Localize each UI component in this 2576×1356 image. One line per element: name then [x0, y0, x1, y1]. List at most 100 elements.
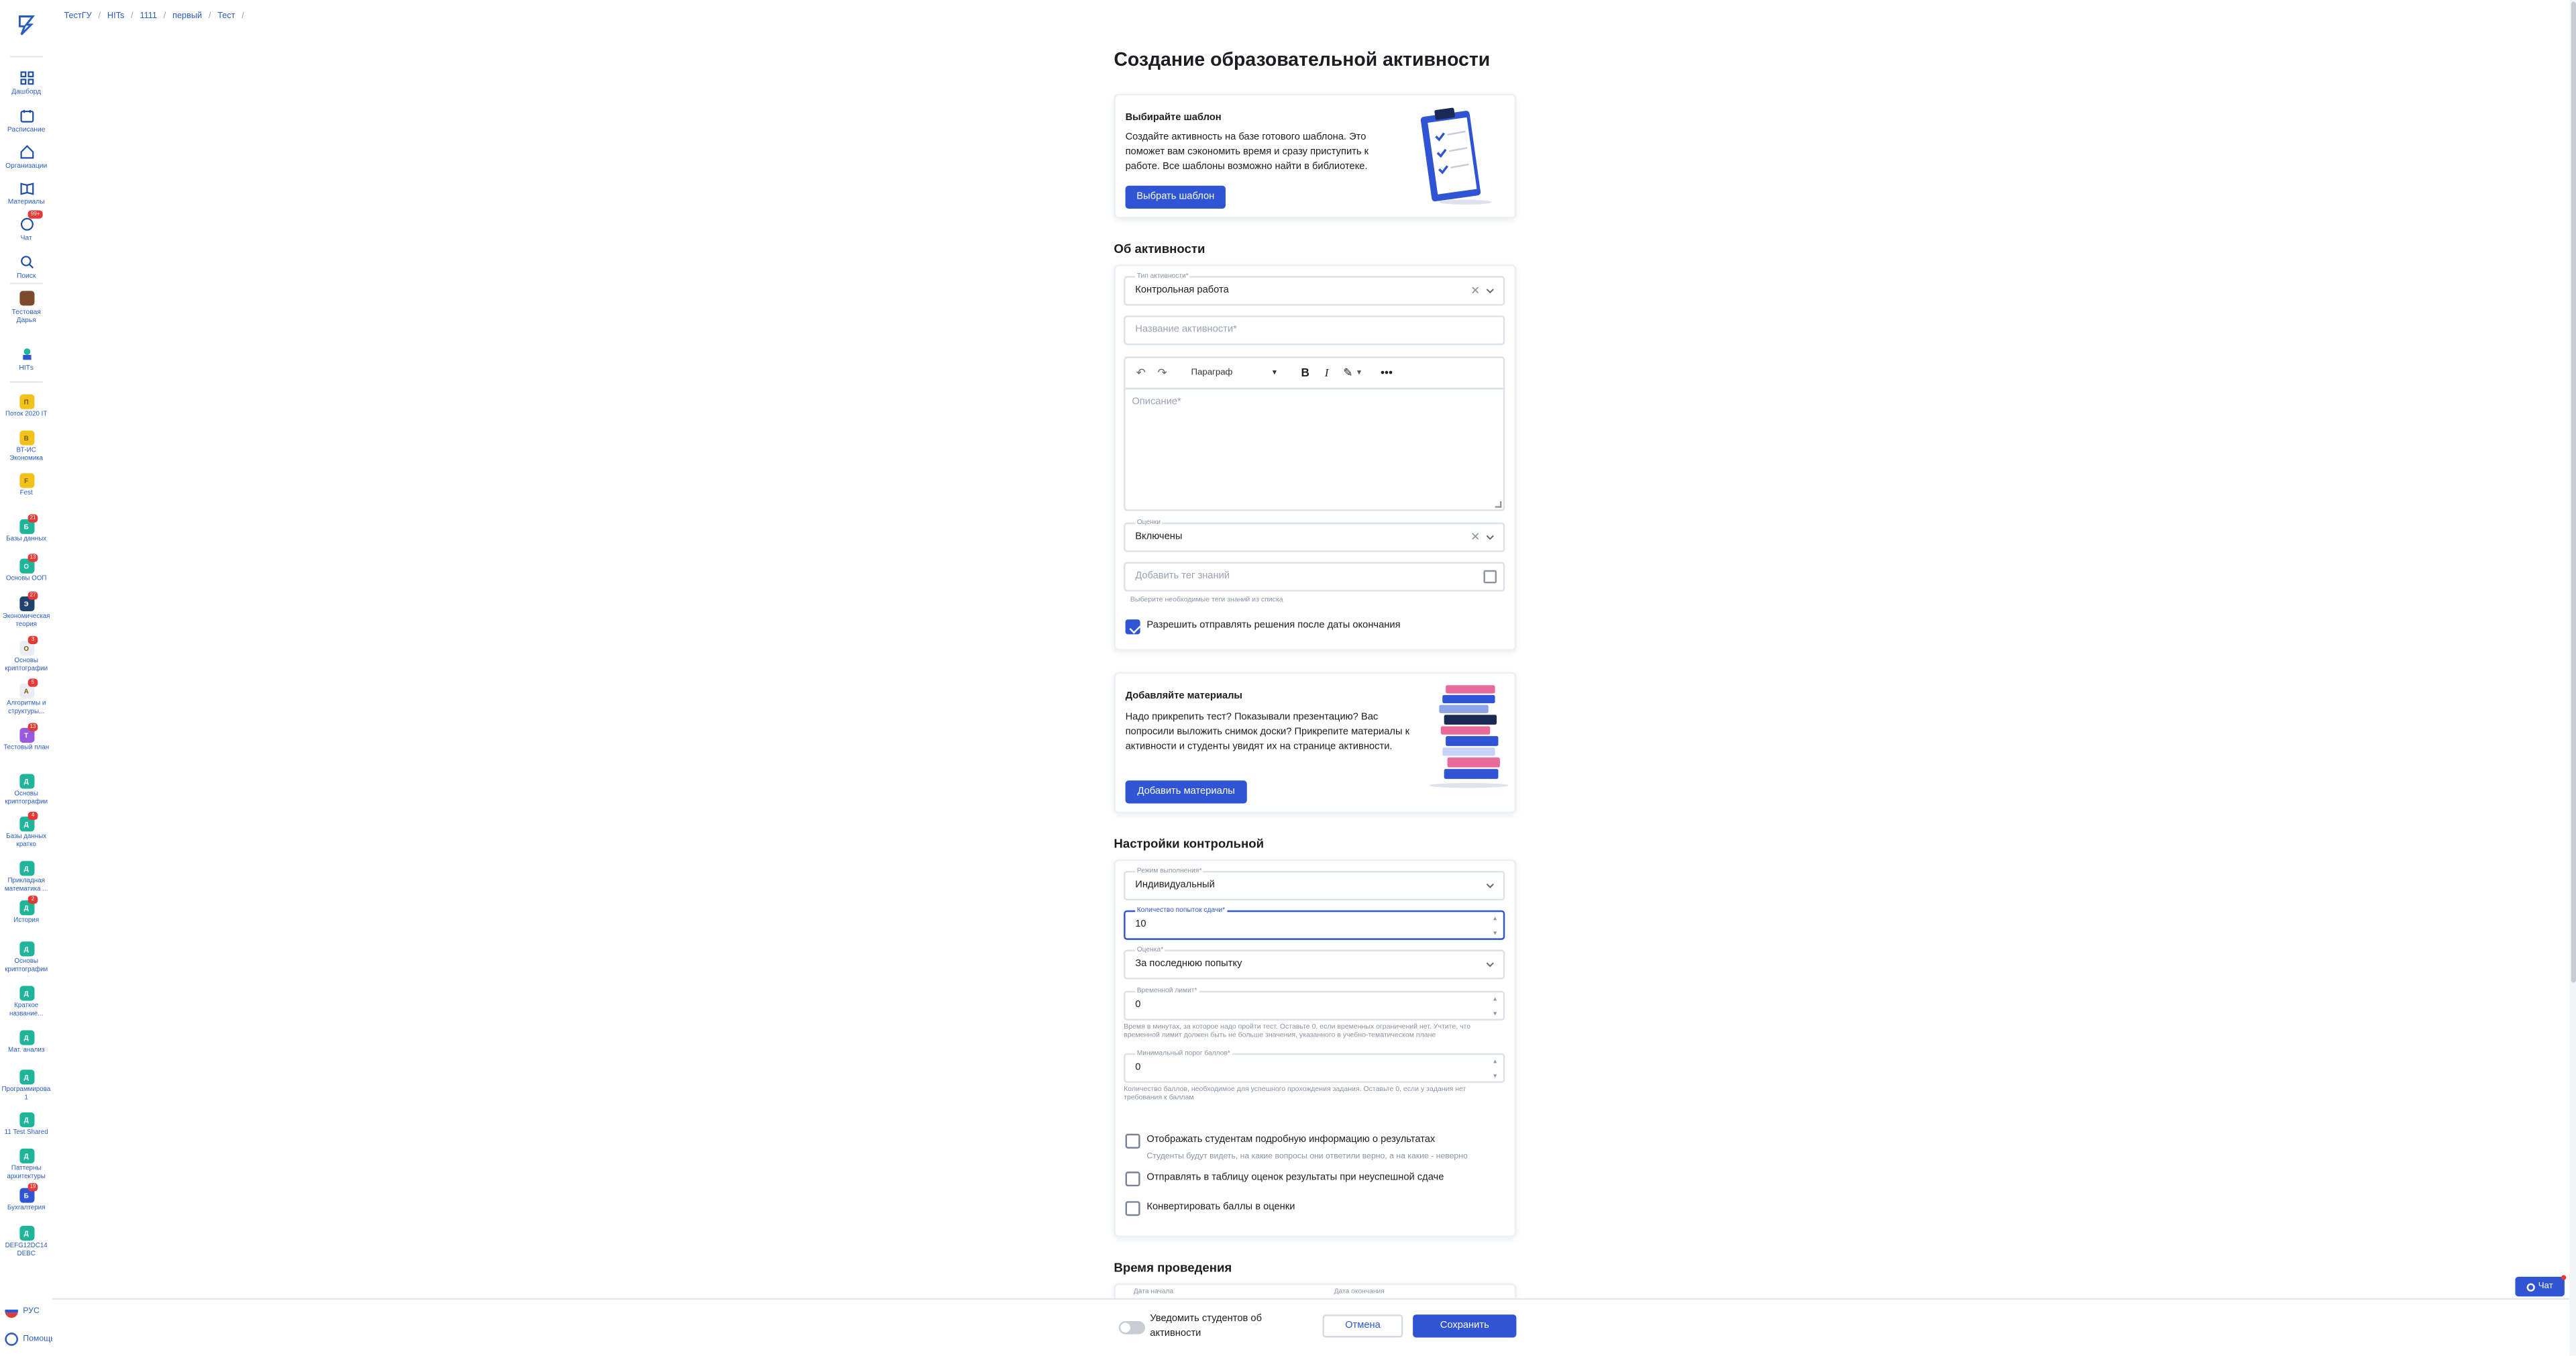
scrollbar-thumb[interactable] — [2570, 1, 2575, 983]
sidebar-course-item[interactable]: О 3 Основы криптографии — [0, 635, 52, 672]
sidebar-course-item[interactable]: Д Паттерны архитектуры — [0, 1148, 52, 1180]
grade-mode-select[interactable]: Оценка* За последнюю попытку — [1124, 945, 1505, 980]
more-icon[interactable]: ••• — [1381, 367, 1393, 378]
breadcrumb-item[interactable]: HITs — [107, 11, 124, 21]
activity-type-select[interactable]: Тип активности* Контрольная работа ✕ — [1124, 271, 1505, 306]
sidebar-course-item[interactable]: П Поток 2020 IT — [0, 394, 52, 419]
time-section-title: Время проведения — [1114, 1260, 1232, 1275]
course-label: Основы криптографии — [5, 657, 48, 672]
sidebar-course-item[interactable]: Д DEFG12DC14 DEBC — [0, 1225, 52, 1257]
convert-points-label: Конвертировать баллы в оценки — [1146, 1202, 1295, 1213]
save-button[interactable]: Сохранить — [1413, 1314, 1517, 1338]
highlight-icon[interactable]: ✎ — [1342, 367, 1354, 380]
time-limit-stepper[interactable]: ▴ ▾ — [1490, 994, 1500, 1017]
description-editor[interactable]: ↶ ↷ Параграф ▾ B I ✎ ▾ ••• Описание* — [1124, 356, 1505, 511]
italic-icon[interactable]: I — [1321, 366, 1332, 380]
add-materials-button[interactable]: Добавить материалы — [1125, 780, 1247, 804]
step-down-icon[interactable]: ▾ — [1490, 1072, 1500, 1080]
copy-icon[interactable] — [1483, 570, 1497, 584]
attempts-stepper[interactable]: ▴ ▾ — [1490, 914, 1500, 937]
sidebar-course-item[interactable]: ДПрограммирование 1 — [0, 1070, 52, 1101]
sidebar-course-item[interactable]: Э 27 Экономическая теория — [0, 591, 52, 628]
sidebar-course-item[interactable]: Б 21 Базы данных — [0, 514, 52, 543]
mode-select[interactable]: Режим выполнения* Индивидуальный — [1124, 866, 1505, 901]
sidebar-course-item[interactable]: Д 4 Базы данных кратко — [0, 811, 52, 848]
min-score-stepper[interactable]: ▴ ▾ — [1490, 1057, 1500, 1080]
course-label: Краткое название... — [9, 1002, 44, 1016]
sidebar-item-label: Материалы — [7, 197, 45, 206]
course-label: Базы данных кратко — [6, 833, 47, 847]
grades-value: Включены — [1135, 532, 1183, 543]
mode-value: Индивидуальный — [1135, 880, 1215, 891]
activity-type-value: Контрольная работа — [1135, 286, 1229, 296]
show-results-checkbox[interactable] — [1125, 1133, 1140, 1149]
breadcrumb-item[interactable]: ТестГУ — [64, 11, 92, 21]
paragraph-select[interactable]: Параграф ▾ — [1191, 368, 1277, 378]
sidebar-item-materials[interactable]: Материалы — [0, 179, 52, 205]
time-limit-input[interactable]: Временной лимит* 0 ▴ ▾ — [1124, 986, 1505, 1021]
chat-float-button[interactable]: Чат — [2515, 1275, 2567, 1297]
send-failed-checkbox[interactable] — [1125, 1171, 1140, 1187]
activity-name-input[interactable]: Название активности* — [1124, 315, 1505, 346]
sidebar-course-item[interactable]: Д Основы криптографии — [0, 941, 52, 973]
attempts-input[interactable]: Количество попыток сдачи* 10 ▴ ▾ — [1124, 905, 1505, 940]
book-icon — [18, 179, 34, 195]
sidebar-item-search[interactable]: Поиск — [0, 253, 52, 279]
min-score-input[interactable]: Минимальный порог баллов* 0 ▴ ▾ — [1124, 1048, 1505, 1083]
sidebar-item-chat[interactable]: 99+ Чат — [0, 210, 52, 242]
convert-points-checkbox[interactable] — [1125, 1201, 1140, 1216]
help-link[interactable]: Помощь — [5, 1333, 55, 1346]
sidebar-item-hits[interactable]: НІТs — [0, 346, 52, 372]
sidebar-course-item[interactable]: Д 11 Test Shared — [0, 1112, 52, 1137]
step-up-icon[interactable]: ▴ — [1490, 1057, 1500, 1065]
hits-label: НІТs — [19, 363, 34, 372]
late-submit-checkbox[interactable] — [1125, 619, 1140, 635]
cancel-button[interactable]: Отмена — [1322, 1314, 1403, 1338]
breadcrumb-item[interactable]: Тест — [217, 11, 235, 21]
course-avatar: Д — [19, 941, 34, 957]
sidebar-course-item[interactable]: А 5 Алгоритмы и структуры... — [0, 678, 52, 715]
sidebar-course-item[interactable]: Т 13 Тестовый план — [0, 723, 52, 752]
clipboard-illustration-icon — [1416, 103, 1498, 205]
clear-icon[interactable]: ✕ — [1470, 284, 1480, 297]
notify-toggle[interactable] — [1118, 1320, 1145, 1335]
step-down-icon[interactable]: ▾ — [1490, 1009, 1500, 1017]
chevron-down-icon[interactable]: ▾ — [1357, 368, 1361, 378]
sidebar-item-schedule[interactable]: Расписание — [0, 107, 52, 133]
sidebar-course-item[interactable]: Д Основы криптографии — [0, 774, 52, 805]
resize-handle-icon[interactable] — [1495, 501, 1502, 508]
sidebar-item-profile[interactable]: Тестовая Дарья — [0, 291, 52, 323]
breadcrumb-item[interactable]: первый — [172, 11, 202, 21]
breadcrumb-item[interactable]: 1111 — [140, 11, 156, 21]
sidebar-course-item[interactable]: В ВТ-ИС Экономика — [0, 430, 52, 462]
sidebar-course-item[interactable]: Б 19 Бухгалтерия — [0, 1183, 52, 1212]
sidebar-item-dashboard[interactable]: Дашборд — [0, 69, 52, 95]
language-switch[interactable]: РУС — [5, 1304, 40, 1318]
step-down-icon[interactable]: ▾ — [1490, 929, 1500, 937]
logo-icon[interactable] — [15, 13, 38, 36]
sidebar-course-item[interactable]: F Fest — [0, 473, 52, 497]
grade-mode-label: Оценка* — [1135, 945, 1165, 953]
page-scrollbar[interactable] — [2569, 0, 2576, 1356]
undo-icon[interactable]: ↶ — [1135, 367, 1146, 380]
sidebar-course-item[interactable]: О 13 Основы ООП — [0, 554, 52, 583]
show-results-sub: Студенты будут видеть, на какие вопросы … — [1146, 1151, 1468, 1162]
clear-icon[interactable]: ✕ — [1470, 531, 1480, 543]
sidebar-course-item[interactable]: Д 2 История — [0, 895, 52, 925]
sidebar-course-item[interactable]: Д Краткое название... — [0, 986, 52, 1017]
bold-icon[interactable]: B — [1299, 367, 1311, 378]
sidebar-item-label: Организации — [5, 161, 48, 170]
knowledge-tag-input[interactable]: Добавить тег знаний — [1124, 562, 1505, 592]
sidebar-course-item[interactable]: Д Мат. анализ — [0, 1030, 52, 1055]
avatar — [19, 291, 34, 306]
sidebar-course-item[interactable]: Д Прикладная математика ... — [0, 861, 52, 892]
step-up-icon[interactable]: ▴ — [1490, 994, 1500, 1002]
choose-template-button[interactable]: Выбрать шаблон — [1125, 185, 1226, 209]
books-illustration-icon — [1419, 682, 1510, 790]
grades-select[interactable]: Оценки Включены ✕ — [1124, 517, 1505, 552]
redo-icon[interactable]: ↷ — [1157, 367, 1168, 380]
knowledge-tag-hint: Выберите необходимые теги знаний из спис… — [1130, 594, 1283, 603]
sidebar-item-organizations[interactable]: Организации — [0, 143, 52, 169]
course-avatar: В — [19, 430, 34, 446]
step-up-icon[interactable]: ▴ — [1490, 914, 1500, 922]
